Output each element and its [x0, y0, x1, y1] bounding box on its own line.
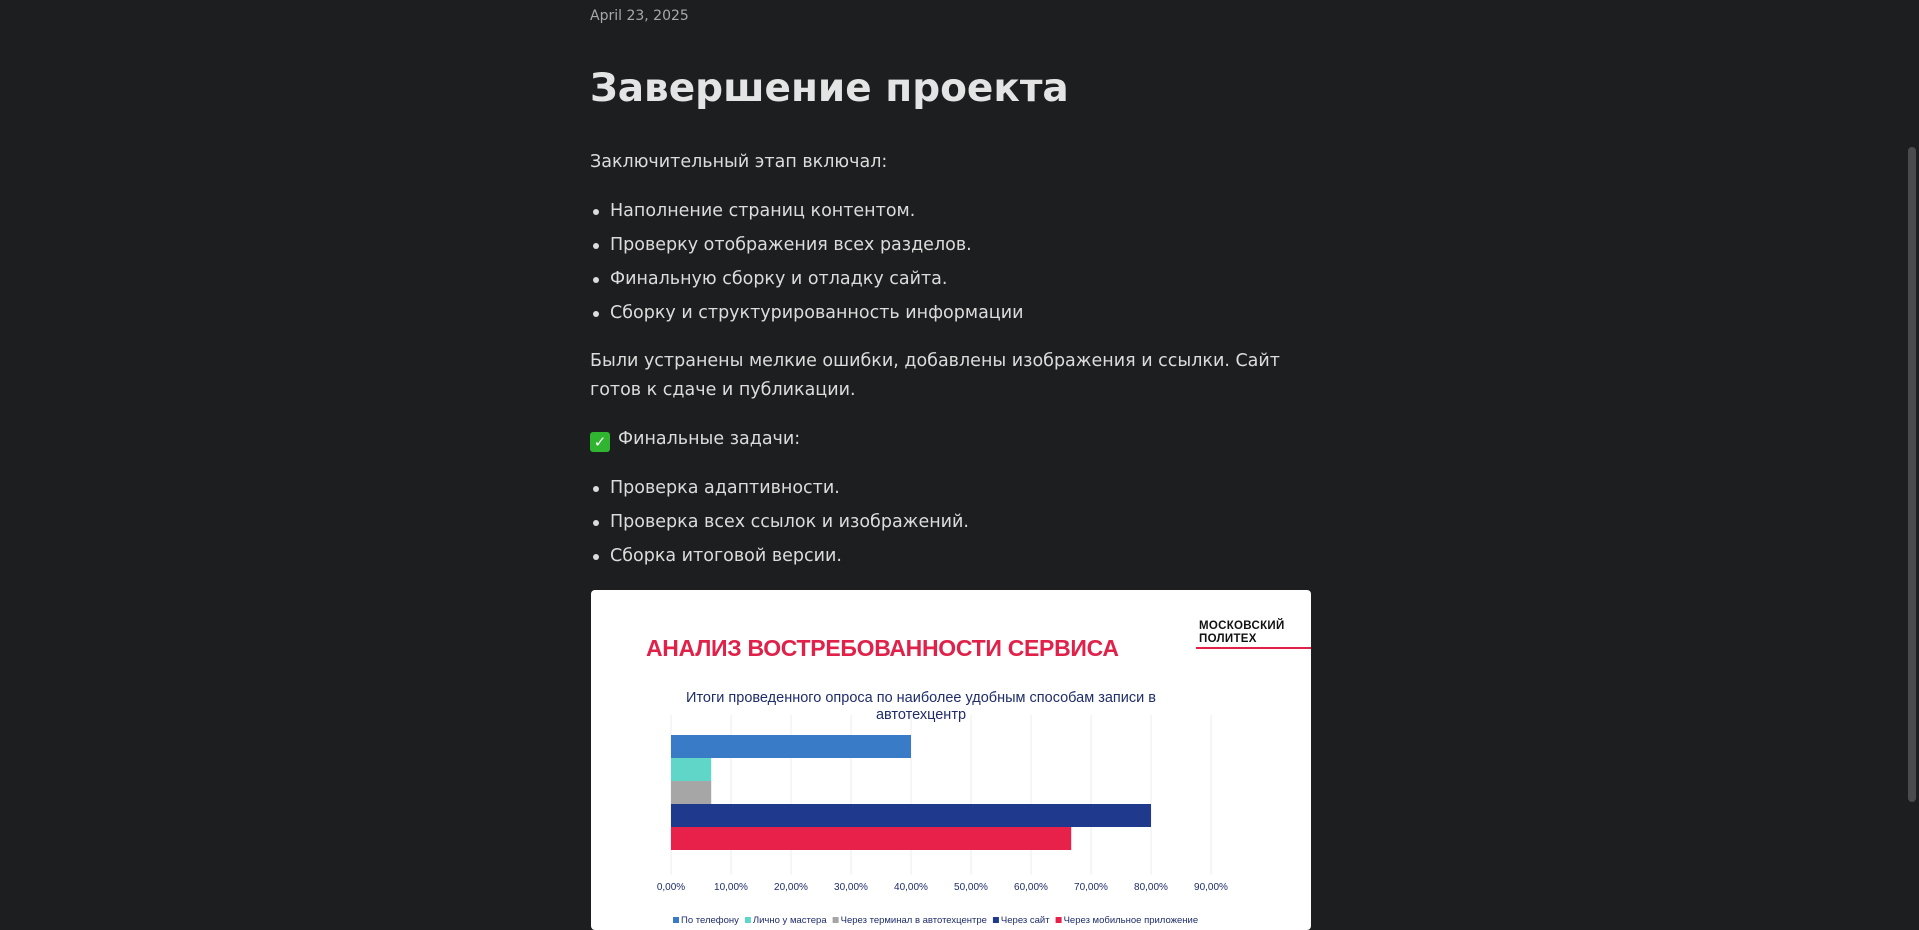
legend-swatch: [673, 917, 679, 923]
summary-paragraph: Были устранены мелкие ошибки, добавлены …: [590, 351, 1280, 400]
x-tick-label: 10,00%: [714, 882, 748, 893]
x-tick-label: 90,00%: [1194, 882, 1228, 893]
x-tick-label: 0,00%: [657, 882, 685, 893]
legend-label: Через мобильное приложение: [1064, 915, 1199, 926]
presentation-slide-image: АНАЛИЗ ВОСТРЕБОВАННОСТИ СЕРВИСА МОСКОВСК…: [591, 590, 1311, 930]
list-item: Сборку и структурированность информации: [590, 296, 1023, 330]
legend-swatch: [832, 917, 839, 923]
check-mark-button-icon: ✓: [590, 432, 610, 452]
list-item: Наполнение страниц контентом.: [590, 194, 1023, 228]
legend-swatch: [992, 917, 999, 923]
bar: [671, 735, 911, 758]
legend-swatch: [744, 917, 751, 923]
steps-list: Наполнение страниц контентом. Проверку о…: [590, 194, 1023, 330]
x-tick-label: 50,00%: [954, 882, 988, 893]
scrollbar-thumb[interactable]: [1908, 147, 1916, 802]
list-item: Финальную сборку и отладку сайта.: [590, 262, 1023, 296]
tasks-heading: ✓ Финальные задачи:: [590, 425, 800, 454]
bar: [671, 827, 1072, 850]
bar: [671, 804, 1151, 827]
legend-label: По телефону: [681, 915, 739, 926]
list-item: Проверка всех ссылок и изображений.: [590, 505, 969, 539]
legend-label: Через терминал в автотехцентре: [841, 915, 987, 926]
x-tick-label: 70,00%: [1074, 882, 1108, 893]
legend-label: Через сайт: [1001, 915, 1050, 926]
post-title: Завершение проекта: [590, 66, 1069, 111]
tasks-heading-text: Финальные задачи:: [618, 429, 801, 449]
bar: [671, 781, 712, 804]
list-item: Сборка итоговой версии.: [590, 539, 969, 573]
bar: [671, 758, 712, 781]
x-tick-label: 20,00%: [774, 882, 808, 893]
legend-swatch: [1055, 917, 1062, 923]
x-tick-label: 40,00%: [894, 882, 928, 893]
list-item: Проверку отображения всех разделов.: [590, 228, 1023, 262]
legend-label: Лично у мастера: [753, 915, 827, 926]
x-tick-label: 60,00%: [1014, 882, 1048, 893]
intro-paragraph: Заключительный этап включал:: [590, 152, 888, 172]
list-item: Проверка адаптивности.: [590, 471, 969, 505]
bar-chart: 0,00% 10,00% 20,00% 30,00% 40,00% 50,00% 60,00…: [657, 715, 1228, 926]
post-date: April 23, 2025: [590, 8, 689, 24]
x-tick-label: 80,00%: [1134, 882, 1168, 893]
x-tick-label: 30,00%: [834, 882, 868, 893]
tasks-list: Проверка адаптивности. Проверка всех ссы…: [590, 471, 969, 573]
